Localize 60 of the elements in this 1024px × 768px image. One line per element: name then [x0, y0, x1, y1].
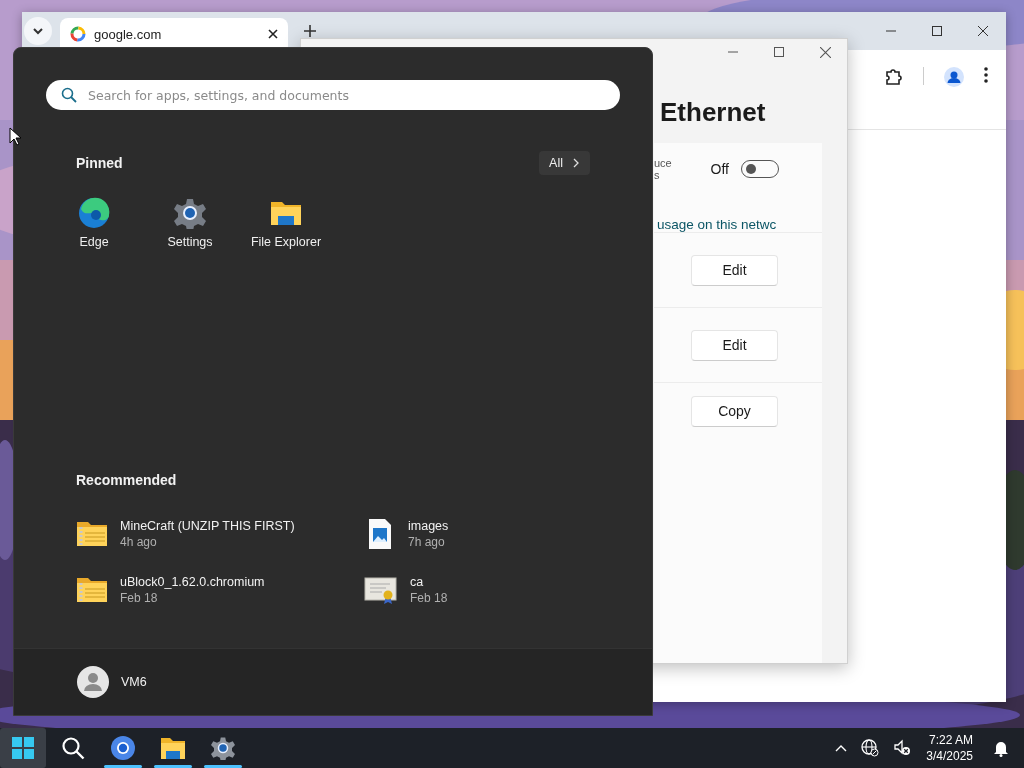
file-time: Feb 18 [120, 591, 159, 605]
chevron-right-icon [572, 158, 580, 168]
edit-button[interactable]: Edit [691, 254, 778, 286]
maximize-icon[interactable] [932, 26, 942, 36]
time-text: 7:22 AM [928, 732, 973, 748]
favicon-icon [70, 26, 86, 42]
file-name: ca [410, 575, 425, 589]
certificate-icon [364, 574, 398, 606]
browser-tab[interactable]: google.com [60, 18, 288, 50]
section-heading: Pinned [76, 155, 123, 171]
search-field[interactable]: Search for apps, settings, and documents [46, 80, 620, 110]
setting-label: uce [654, 157, 672, 169]
edit-button[interactable]: Edit [691, 329, 778, 361]
recommended-item[interactable]: images 7h ago [364, 506, 604, 562]
page-title: Ethernet [660, 97, 767, 128]
file-time: 4h ago [120, 535, 158, 549]
edge-icon [78, 197, 110, 229]
data-usage-link[interactable]: usage on this netwc [657, 217, 822, 232]
close-icon[interactable] [978, 26, 988, 36]
chevron-up-icon[interactable] [835, 744, 848, 752]
speaker-muted-icon[interactable] [893, 739, 912, 757]
close-icon[interactable] [820, 46, 831, 58]
menu-icon[interactable] [984, 67, 988, 83]
recommended-item[interactable]: MineCraft (UNZIP THIS FIRST) 4h ago [76, 506, 364, 562]
clock[interactable]: 7:22 AM 3/4/2025 [926, 732, 973, 764]
folder-icon [160, 736, 186, 760]
user-account-button[interactable]: VM6 [77, 666, 147, 698]
maximize-icon[interactable] [774, 47, 784, 57]
pinned-app[interactable]: Edge [46, 197, 142, 249]
new-tab-icon[interactable] [304, 25, 316, 37]
gear-icon [174, 197, 206, 229]
all-apps-button[interactable]: All [539, 151, 590, 175]
puzzle-icon[interactable] [885, 67, 903, 85]
bell-icon[interactable] [993, 739, 1009, 757]
globe-icon[interactable] [861, 739, 880, 757]
gear-icon [211, 736, 235, 760]
recommended-item[interactable]: uBlock0_1.62.0.chromium Feb 18 [76, 562, 364, 618]
setting-label: s [654, 169, 661, 181]
toggle-label: Off [710, 161, 729, 177]
search-icon [61, 736, 85, 760]
date-text: 3/4/2025 [926, 748, 973, 764]
start-button[interactable] [0, 728, 46, 768]
file-name: images [408, 519, 449, 533]
close-icon[interactable] [268, 29, 278, 39]
pinned-app[interactable]: File Explorer [238, 197, 334, 249]
file-time: Feb 18 [410, 591, 448, 605]
section-heading: Recommended [76, 472, 177, 488]
caret-icon [32, 25, 44, 37]
tab-search-button[interactable] [24, 17, 52, 45]
avatar-icon [77, 666, 109, 698]
copy-button[interactable]: Copy [691, 395, 778, 427]
browser-icon [110, 735, 136, 761]
windows-icon [12, 737, 34, 759]
recommended-item[interactable]: ca Feb 18 [364, 562, 604, 618]
file-time: 7h ago [408, 535, 446, 549]
file-name: uBlock0_1.62.0.chromium [120, 575, 265, 589]
profile-icon[interactable] [944, 67, 964, 87]
file-name: MineCraft (UNZIP THIS FIRST) [120, 519, 295, 533]
pinned-app[interactable]: Settings [142, 197, 238, 249]
search-icon [61, 87, 77, 103]
